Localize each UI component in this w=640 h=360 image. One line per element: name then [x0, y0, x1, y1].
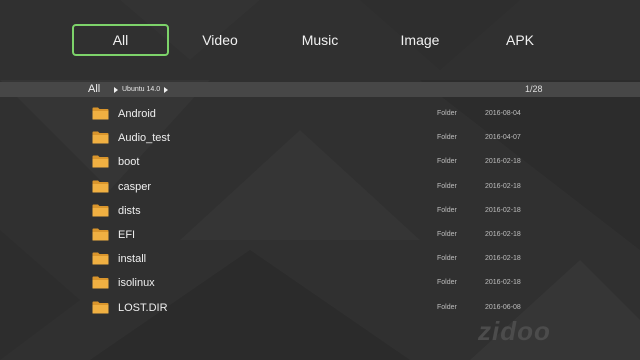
path-root[interactable]: All	[88, 82, 100, 97]
folder-icon	[92, 131, 109, 144]
tab-music[interactable]: Music	[288, 24, 352, 56]
file-type: Folder	[437, 303, 457, 311]
folder-icon	[92, 276, 109, 289]
list-item[interactable]: install Folder 2016-02-18	[0, 247, 640, 271]
category-tabs: All Video Music Image APK	[0, 0, 640, 80]
file-type: Folder	[437, 134, 457, 142]
file-date: 2016-04-07	[485, 134, 521, 142]
file-type: Folder	[437, 158, 457, 166]
list-item[interactable]: EFI Folder 2016-02-18	[0, 223, 640, 247]
file-type: Folder	[437, 182, 457, 190]
breadcrumb[interactable]: Ubuntu 14.0	[114, 82, 169, 97]
file-name: Android	[118, 108, 156, 120]
list-item[interactable]: isolinux Folder 2016-02-18	[0, 271, 640, 295]
list-item[interactable]: Android Folder 2016-08-04	[0, 102, 640, 126]
file-type: Folder	[437, 255, 457, 263]
tab-image[interactable]: Image	[388, 24, 452, 56]
file-type: Folder	[437, 231, 457, 238]
file-name: dists	[118, 204, 141, 217]
file-date: 2016-02-18	[485, 255, 521, 263]
list-item[interactable]: dists Folder 2016-02-18	[0, 199, 640, 223]
file-name: casper	[118, 180, 152, 193]
file-name: Audio_test	[118, 132, 170, 145]
tab-apk[interactable]: APK	[488, 24, 552, 56]
folder-icon	[92, 107, 109, 120]
path-bar: All Ubuntu 14.0 1/28	[0, 82, 640, 97]
folder-icon	[92, 252, 109, 265]
file-type: Folder	[437, 110, 457, 117]
file-date: 2016-02-18	[485, 158, 521, 166]
breadcrumb-label: Ubuntu 14.0	[122, 86, 161, 93]
file-date: 2016-08-04	[485, 110, 521, 117]
folder-icon	[92, 228, 109, 241]
tab-all[interactable]: All	[72, 24, 169, 56]
folder-icon	[92, 301, 109, 314]
item-counter: 1/28	[525, 84, 543, 94]
file-type: Folder	[437, 206, 457, 214]
file-name: LOST.DIR	[118, 301, 168, 314]
list-item[interactable]: Audio_test Folder 2016-04-07	[0, 126, 640, 150]
file-date: 2016-06-08	[485, 303, 521, 311]
file-date: 2016-02-18	[485, 231, 521, 238]
file-date: 2016-02-18	[485, 279, 521, 287]
chevron-right-icon	[164, 86, 169, 93]
file-name: EFI	[118, 229, 136, 241]
file-name: isolinux	[118, 277, 155, 290]
folder-icon	[92, 180, 109, 193]
chevron-right-icon	[114, 86, 118, 93]
tab-video[interactable]: Video	[188, 24, 252, 56]
folder-icon	[92, 155, 109, 168]
file-date: 2016-02-18	[485, 206, 521, 214]
file-name: install	[118, 253, 147, 266]
file-date: 2016-02-18	[485, 182, 521, 190]
file-name: boot	[118, 156, 140, 169]
file-type: Folder	[437, 279, 457, 287]
list-item[interactable]: boot Folder 2016-02-18	[0, 150, 640, 174]
watermark-logo: zidoo	[478, 316, 551, 346]
folder-icon	[92, 204, 109, 217]
list-item[interactable]: LOST.DIR Folder 2016-06-08	[0, 296, 640, 320]
list-item[interactable]: casper Folder 2016-02-18	[0, 175, 640, 199]
